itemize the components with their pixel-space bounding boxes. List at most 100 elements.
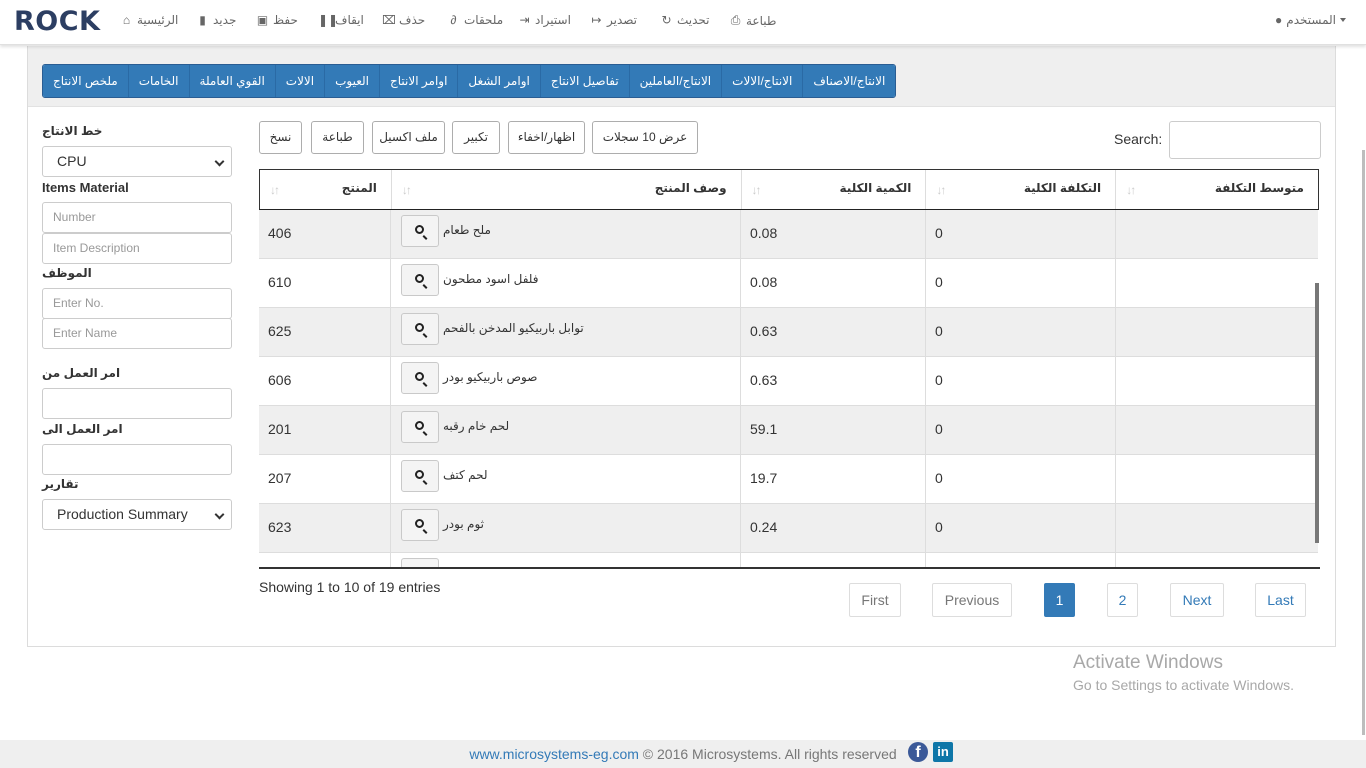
sort-icon: ↓↑ (401, 183, 412, 197)
cell-description: لحم كتف (443, 468, 488, 482)
cell-product: 625 (268, 323, 292, 339)
table-body: 406 ملح طعام 0.08 0 610 فلفل اسود مطحون … (259, 210, 1318, 569)
cell-description: ملح طعام (443, 223, 491, 237)
column-header-product[interactable]: ↓↑ المنتج (260, 170, 392, 209)
excel-button[interactable]: ملف اكسيل (372, 121, 445, 154)
nav-attachments-label: ملحقات (464, 13, 504, 27)
cell-quantity: 59.1 (750, 421, 778, 437)
footer-link[interactable]: www.microsystems-eg.com (469, 746, 639, 762)
column-header-description[interactable]: ↓↑ وصف المنتج (392, 170, 742, 209)
top-navbar: ROCK ⌂ الرئيسية ▮ جديد ▣ حفظ ❚❚ ايقاف ⌧ … (0, 0, 1366, 45)
footer: www.microsystems-eg.com © 2016 Microsyst… (0, 740, 1366, 768)
zoom-button[interactable] (401, 215, 439, 247)
nav-import[interactable]: ⇥ استيراد (518, 13, 570, 27)
cell-quantity: 0.63 (750, 372, 778, 388)
tab-production-orders[interactable]: اوامر الانتاج (379, 65, 458, 97)
work-order-from-input[interactable] (42, 388, 232, 419)
print-button[interactable]: طباعة (311, 121, 364, 154)
table-scrollbar[interactable] (1315, 283, 1319, 543)
tab-work-orders[interactable]: اوامر الشغل (457, 65, 540, 97)
nav-delete[interactable]: ⌧ حذف (382, 13, 425, 27)
cell-quantity: 0.08 (750, 274, 778, 290)
table-row (259, 553, 1318, 569)
employee-name-input[interactable]: Enter Name (42, 318, 232, 349)
zoom-button[interactable]: تكبير (452, 121, 500, 154)
cell-description: ثوم بودر (443, 517, 484, 531)
magnifier-plus-icon (415, 568, 424, 569)
nav-save[interactable]: ▣ حفظ (256, 13, 298, 27)
search-input[interactable] (1169, 121, 1321, 159)
nav-attachments[interactable]: ∂ ملحقات (447, 13, 504, 27)
zoom-button[interactable] (401, 411, 439, 443)
tab-production-machines[interactable]: الانتاج/الالات (721, 65, 803, 97)
zoom-button[interactable] (401, 509, 439, 541)
show-hide-columns-button[interactable]: اظهار/اخفاء (508, 121, 585, 154)
copy-button[interactable]: نسخ (259, 121, 302, 154)
pagination-next[interactable]: Next (1170, 583, 1224, 617)
zoom-button[interactable] (401, 460, 439, 492)
nav-home[interactable]: ⌂ الرئيسية (120, 13, 178, 27)
pagination-page-1[interactable]: 1 (1044, 583, 1075, 617)
tab-production-summary[interactable]: ملخص الانتاج (43, 65, 128, 97)
column-header-average-cost[interactable]: ↓↑ متوسط التكلفة (1116, 170, 1318, 209)
reports-value: Production Summary (57, 506, 188, 522)
facebook-icon[interactable]: f (908, 742, 928, 762)
table-row: 623 ثوم بودر 0.24 0 (259, 504, 1318, 553)
tab-strip: ملخص الانتاج الخامات القوي العاملة الالا… (28, 46, 1335, 107)
tab-defects[interactable]: العيوب (324, 65, 380, 97)
reports-select[interactable]: Production Summary (42, 499, 232, 530)
production-line-select[interactable]: CPU (42, 146, 232, 177)
pagination-last[interactable]: Last (1255, 583, 1306, 617)
table-row: 606 صوص باربيكيو بودر 0.63 0 (259, 357, 1318, 406)
nav-refresh[interactable]: ↻ تحديث (660, 13, 710, 27)
linkedin-icon[interactable]: in (933, 742, 953, 762)
employee-number-input[interactable]: Enter No. (42, 288, 232, 319)
caret-down-icon (1340, 18, 1346, 22)
tab-materials[interactable]: الخامات (127, 65, 189, 97)
column-header-total-cost[interactable]: ↓↑ التكلفة الكلية (926, 170, 1117, 209)
cell-product: 201 (268, 421, 292, 437)
activation-watermark-title: Activate Windows (1073, 652, 1223, 673)
nav-export[interactable]: ↦ تصدير (590, 13, 637, 27)
zoom-button[interactable] (401, 362, 439, 394)
nav-new-label: جديد (213, 13, 237, 27)
magnifier-plus-icon (415, 274, 424, 283)
nav-print[interactable]: ⎙ طباعة (729, 13, 777, 28)
zoom-button[interactable] (401, 313, 439, 345)
tab-production-items[interactable]: الانتاج/الاصناف (802, 65, 896, 97)
brand-logo[interactable]: ROCK (14, 6, 100, 37)
column-header-total-quantity[interactable]: ↓↑ الكمية الكلية (742, 170, 927, 209)
work-order-to-input[interactable] (42, 444, 232, 475)
nav-stop[interactable]: ❚❚ ايقاف (318, 13, 364, 27)
items-material-label: Items Material (42, 180, 129, 195)
nav-save-label: حفظ (273, 13, 298, 27)
sort-icon: ↓↑ (751, 183, 762, 197)
refresh-icon: ↻ (661, 13, 672, 27)
zoom-button[interactable] (401, 558, 439, 569)
cell-cost: 0 (935, 323, 943, 339)
item-number-input[interactable]: Number (42, 202, 232, 233)
production-line-value: CPU (57, 153, 87, 169)
tab-machines[interactable]: الالات (274, 65, 325, 97)
pagination-previous[interactable]: Previous (932, 583, 1012, 617)
home-icon: ⌂ (122, 13, 131, 27)
page-scrollbar[interactable] (1362, 150, 1365, 735)
nav-home-label: الرئيسية (137, 13, 179, 27)
user-menu[interactable]: ● المستخدم (1275, 13, 1350, 27)
pagination-first[interactable]: First (849, 583, 901, 617)
item-description-input[interactable]: Item Description (42, 233, 232, 264)
zoom-button[interactable] (401, 264, 439, 296)
tab-workforce[interactable]: القوي العاملة (188, 65, 275, 97)
table-row: 625 توابل باربيكيو المدخن بالفحم 0.63 0 (259, 308, 1318, 357)
nav-new[interactable]: ▮ جديد (196, 13, 236, 27)
nav-stop-label: ايقاف (335, 13, 364, 27)
cell-cost: 0 (935, 519, 943, 535)
tab-production-details[interactable]: تفاصيل الانتاج (539, 65, 629, 97)
pagination-page-2[interactable]: 2 (1107, 583, 1138, 617)
table-header: ↓↑ المنتج ↓↑ وصف المنتج ↓↑ الكمية الكلية… (259, 169, 1319, 210)
tab-production-workers[interactable]: الانتاج/العاملين (628, 65, 722, 97)
table-row: 406 ملح طعام 0.08 0 (259, 210, 1318, 259)
cell-product: 610 (268, 274, 292, 290)
page-length-button[interactable]: عرض 10 سجلات (592, 121, 698, 154)
nav-refresh-label: تحديث (677, 13, 710, 27)
